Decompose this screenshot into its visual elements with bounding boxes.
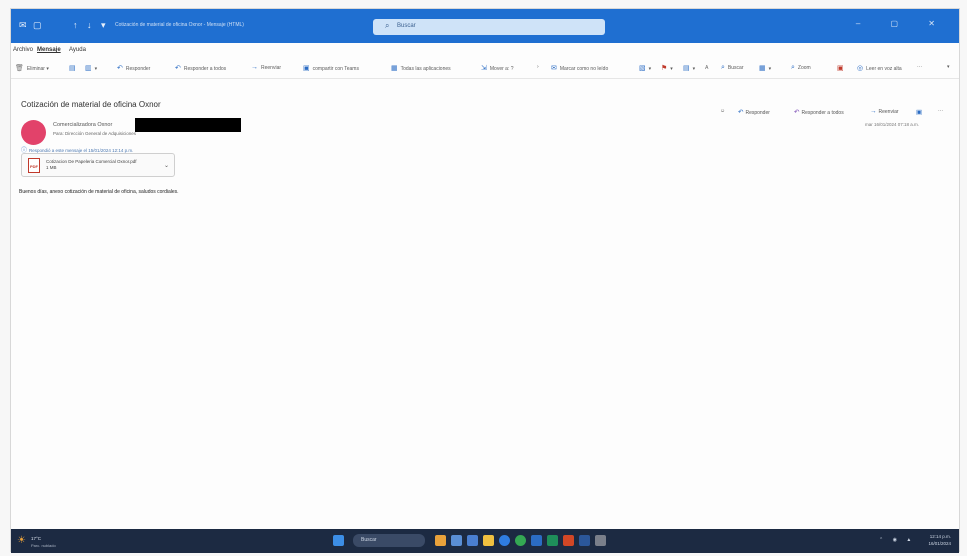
translate-icon: ᴀ (705, 64, 709, 71)
taskbar-search[interactable]: Buscar (353, 534, 425, 547)
reply-icon: ↶ (738, 109, 744, 116)
start-icon[interactable] (333, 535, 344, 546)
report-button[interactable]: ▥ ▾ (85, 64, 97, 72)
zoom-button[interactable]: ⌕ Zoom (791, 64, 811, 72)
search-input[interactable]: ⌕ Buscar (373, 19, 605, 35)
excel-icon[interactable] (547, 535, 558, 546)
teams-taskbar-icon[interactable] (467, 535, 478, 546)
system-tray-icons[interactable]: ⌃ ◉ ▲ (879, 537, 915, 543)
outlook-window: ✉ ▢ ↑ ↓ ▾ Cotización de material de ofic… (10, 8, 960, 553)
move-button[interactable]: ⇲ Mover a: ? (481, 64, 514, 72)
outlook-taskbar-icon[interactable] (531, 535, 542, 546)
recipient-line: Para: Dirección General de Adquisiciones (53, 131, 137, 136)
reaction-button[interactable]: ☺ (720, 108, 725, 114)
apps-icon: ▦ (391, 65, 398, 72)
menu-bar: Archivo Mensaje Ayuda (11, 45, 959, 57)
view-icon: ▦ (759, 65, 766, 72)
addin-icon: ▣ (837, 65, 844, 72)
category-icon: ▧ (639, 65, 646, 72)
redaction-bar (135, 118, 241, 132)
window-controls[interactable]: – ▢ ✕ (856, 19, 949, 28)
read-aloud-button[interactable]: ◎ Leer en voz alta (857, 64, 902, 72)
message-body: Buenos días, anexo cotización de materia… (19, 189, 179, 195)
message-actions: ☺ ↶ Responder ↶ Responder a todos → Reenvia… (718, 105, 953, 121)
taskbar: ☀ 17°C Parc. nublado Buscar ⌃ ◉ ▲ 12:14 … (11, 529, 959, 553)
reply-all-icon: ↶ (794, 109, 800, 116)
emoji-icon: ☺ (720, 108, 726, 114)
window-menu-icon[interactable]: ▢ (33, 20, 42, 31)
weather-widget[interactable]: ☀ 17°C Parc. nublado (17, 533, 77, 549)
clock[interactable]: 12:14 p.m. 16/01/2024 (928, 533, 951, 547)
forward-button[interactable]: → Reenviar (251, 64, 281, 71)
all-apps-button[interactable]: ▦ Todas las aplicaciones (391, 64, 451, 72)
report-icon: ▥ (85, 65, 92, 72)
reply-all-icon: ↶ (175, 65, 181, 72)
envelope-icon: ✉ (551, 65, 557, 72)
widgets-icon[interactable] (435, 535, 446, 546)
teams-icon: ▣ (303, 65, 310, 72)
menu-archivo[interactable]: Archivo (13, 47, 33, 53)
archive-icon: ▤ (69, 65, 76, 72)
zoom-icon: ⌕ (791, 64, 795, 71)
find-button[interactable]: ⌕ Buscar (721, 64, 743, 72)
archive-button[interactable]: ▤ (69, 64, 79, 72)
pdf-icon: PDF (28, 158, 40, 173)
reply-button[interactable]: ↶ Responder (117, 64, 150, 72)
policy-button[interactable]: ▤ ▾ (683, 64, 695, 72)
addin-button[interactable]: ▣ (837, 64, 847, 72)
more-options-button[interactable]: ··· (917, 64, 922, 70)
ribbon-toolbar: 🗑 Eliminar ▾ ▤ ▥ ▾ ↶ Responder ↶ Responder a… (11, 59, 959, 79)
menu-mensaje[interactable]: Mensaje (37, 47, 61, 53)
sun-cloud-icon: ☀ (17, 535, 26, 546)
attachment-card[interactable]: PDF Cotizacion De Papeleria Comercial Ox… (21, 153, 175, 177)
translate-button[interactable]: ᴀ (705, 64, 711, 71)
word-icon[interactable] (579, 535, 590, 546)
task-view-icon[interactable] (451, 535, 462, 546)
move-icon: ⇲ (481, 65, 487, 72)
title-bar: ✉ ▢ ↑ ↓ ▾ Cotización de material de ofic… (11, 9, 959, 43)
view-button[interactable]: ▦ ▾ (759, 64, 771, 72)
more-actions-button[interactable]: ··· (938, 108, 943, 114)
sender-name[interactable]: Comercializadora Oxnor (53, 122, 112, 128)
chrome-icon[interactable] (515, 535, 526, 546)
window-title: Cotización de material de oficina Oxnor … (115, 22, 244, 28)
reply-action-button[interactable]: ↶ Responder (738, 108, 770, 116)
teams-icon: ▣ (916, 109, 923, 116)
forward-action-button[interactable]: → Reenviar (870, 108, 899, 115)
message-subject: Cotización de material de oficina Oxnor (21, 100, 161, 109)
attachment-size: 1 MB (46, 165, 57, 170)
ribbon-collapse-icon[interactable]: ▾ (947, 64, 950, 70)
speaker-icon: ◎ (857, 65, 864, 72)
forward-icon: → (870, 108, 877, 115)
powerpoint-icon[interactable] (563, 535, 574, 546)
scanned-photo: ✉ ▢ ↑ ↓ ▾ Cotización de material de ofic… (0, 0, 967, 556)
mark-unread-button[interactable]: ✉ Marcar como no leído (551, 64, 608, 72)
teams-action-button[interactable]: ▣ (916, 108, 924, 116)
menu-ayuda[interactable]: Ayuda (69, 47, 86, 53)
customize-qat-icon[interactable]: ▾ (101, 20, 106, 31)
edge-icon[interactable] (499, 535, 510, 546)
redo-icon[interactable]: ↓ (87, 20, 92, 30)
file-explorer-icon[interactable] (483, 535, 494, 546)
search-icon: ⌕ (721, 64, 725, 71)
undo-icon[interactable]: ↑ (73, 20, 78, 30)
policy-icon: ▤ (683, 65, 690, 72)
flag-button[interactable]: ⚑ ▾ (661, 64, 673, 72)
settings-icon[interactable] (595, 535, 606, 546)
outlook-logo-icon: ✉ (19, 20, 27, 30)
delete-button[interactable]: 🗑 Eliminar ▾ (15, 64, 49, 72)
expand-icon[interactable]: › (537, 64, 539, 70)
trash-icon: 🗑 (15, 65, 24, 72)
reply-all-button[interactable]: ↶ Responder a todos (175, 64, 226, 72)
categorize-button[interactable]: ▧ ▾ (639, 64, 651, 72)
reply-icon: ↶ (117, 65, 123, 72)
search-icon: ⌕ (385, 21, 390, 30)
teams-share-button[interactable]: ▣ compartir con Teams (303, 64, 359, 72)
reply-all-action-button[interactable]: ↶ Responder a todos (794, 108, 844, 116)
avatar (21, 120, 46, 145)
forward-icon: → (251, 64, 258, 71)
message-timestamp: mar 16/01/2024 07:18 a.m. (865, 122, 920, 127)
flag-icon: ⚑ (661, 65, 668, 72)
chevron-down-icon[interactable]: ⌄ (164, 162, 169, 169)
